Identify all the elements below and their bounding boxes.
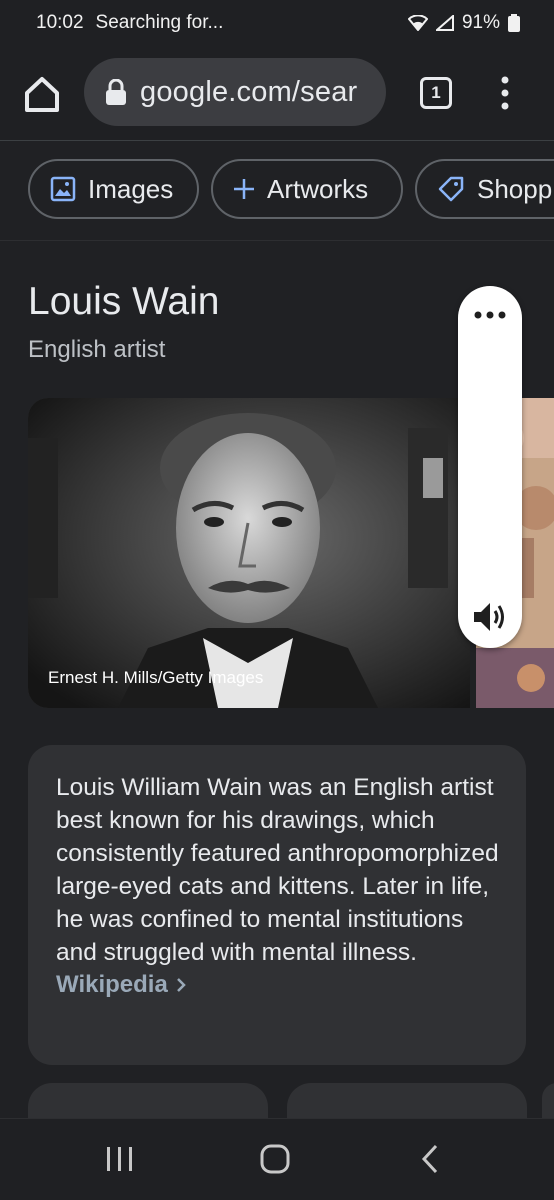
more-horiz-icon[interactable] — [470, 308, 510, 322]
entity-subtitle: English artist — [28, 336, 166, 363]
more-vert-icon[interactable] — [497, 76, 513, 110]
home-icon[interactable] — [22, 74, 62, 114]
entity-photo[interactable]: Ernest H. Mills/Getty Images — [28, 398, 470, 708]
chip-images-label: Images — [88, 173, 174, 204]
image-icon — [50, 176, 76, 202]
photo-credit: Ernest H. Mills/Getty Images — [48, 668, 264, 687]
speaker-icon[interactable] — [472, 600, 508, 634]
signal-icon — [435, 15, 454, 31]
tag-icon — [438, 176, 464, 202]
home-nav-icon[interactable] — [259, 1143, 291, 1175]
status-bar: 10:02 Searching for... 91% — [0, 0, 554, 46]
chip-shopping-label: Shopp — [477, 173, 553, 204]
chip-artworks-label: Artworks — [267, 173, 369, 204]
wifi-icon — [407, 15, 428, 31]
battery-icon — [508, 14, 520, 32]
status-time: 10:02 — [36, 12, 84, 33]
status-notification: Searching for... — [95, 12, 224, 33]
description-card: Louis William Wain was an English artist… — [28, 745, 526, 1065]
read-aloud-widget — [458, 286, 522, 648]
filter-chips: Images Artworks Shopp — [0, 141, 554, 241]
system-nav-bar — [0, 1118, 554, 1200]
portrait-image — [28, 398, 470, 708]
wikipedia-link[interactable]: Wikipedia — [56, 971, 186, 999]
chip-artworks[interactable]: Artworks — [211, 159, 403, 219]
url-bar[interactable]: google.com/sear — [84, 58, 386, 126]
lock-icon — [106, 79, 126, 105]
description-text: Louis William Wain was an English artist… — [56, 774, 499, 966]
recent-apps-icon[interactable] — [104, 1145, 136, 1173]
chip-images[interactable]: Images — [28, 159, 199, 219]
tabs-icon[interactable]: 1 — [420, 77, 452, 109]
url-text: google.com/sear — [140, 75, 358, 108]
entity-title: Louis Wain — [28, 280, 220, 323]
browser-toolbar: google.com/sear 1 — [0, 46, 554, 140]
back-icon[interactable] — [418, 1143, 442, 1175]
chip-shopping[interactable]: Shopp — [415, 159, 554, 219]
chevron-right-icon — [176, 978, 186, 992]
chips-divider — [0, 240, 554, 241]
wikipedia-link-label: Wikipedia — [56, 971, 168, 998]
plus-icon — [234, 179, 254, 199]
battery-percent: 91% — [461, 12, 500, 33]
